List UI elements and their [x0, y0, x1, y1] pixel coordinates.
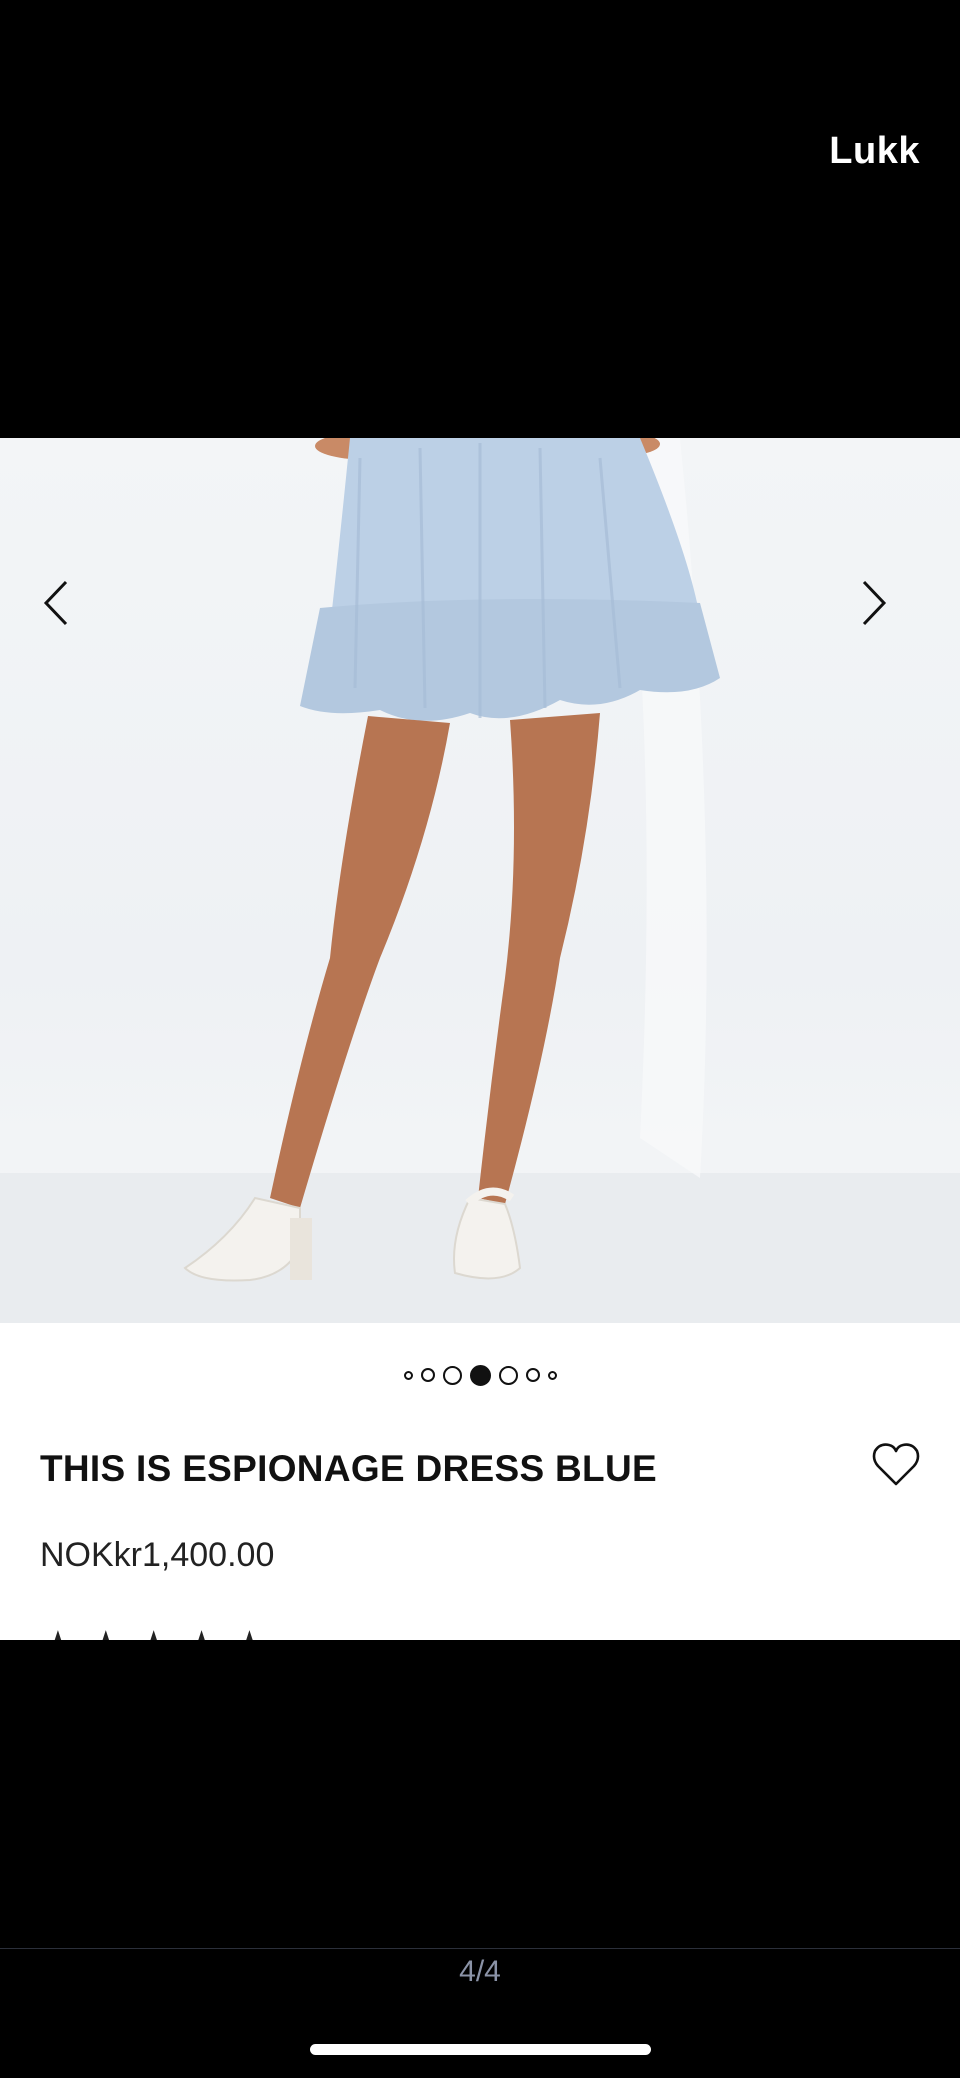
pagination-dot[interactable] — [498, 1365, 518, 1385]
previous-image-button[interactable] — [40, 578, 100, 648]
heart-icon — [872, 1443, 920, 1486]
chevron-left-icon — [43, 580, 68, 626]
wishlist-button[interactable] — [870, 1438, 922, 1490]
pagination-dot[interactable] — [403, 1370, 413, 1380]
home-indicator[interactable] — [310, 2044, 651, 2055]
product-card: THIS IS ESPIONAGE DRESS BLUE NOKkr1,400.… — [0, 438, 960, 1640]
pagination-dot[interactable] — [442, 1365, 462, 1385]
gallery-pagination — [0, 1360, 960, 1390]
bottom-divider — [0, 1948, 960, 1949]
product-photo-illustration — [0, 438, 960, 1323]
image-counter: 4/4 — [459, 1955, 501, 1988]
pagination-dot[interactable] — [420, 1368, 435, 1382]
rating-stars: ★★★★★ — [40, 1626, 279, 1640]
product-image — [0, 438, 960, 1323]
close-button[interactable]: Lukk — [829, 130, 920, 173]
product-title: THIS IS ESPIONAGE DRESS BLUE — [40, 1448, 657, 1489]
pagination-dot[interactable] — [547, 1370, 557, 1380]
pagination-dot-active[interactable] — [469, 1364, 491, 1386]
pagination-dot[interactable] — [525, 1368, 540, 1382]
product-price: NOKkr1,400.00 — [40, 1536, 275, 1574]
chevron-right-icon — [862, 580, 887, 626]
next-image-button[interactable] — [860, 578, 920, 648]
